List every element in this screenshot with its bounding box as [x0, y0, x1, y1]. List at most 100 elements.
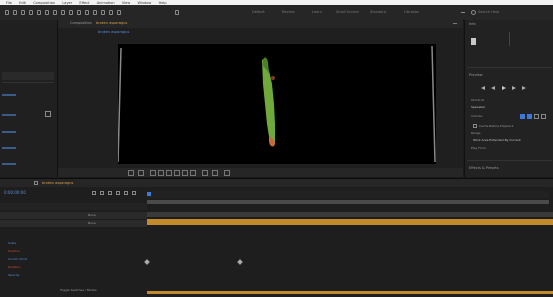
- layer-mode[interactable]: None: [88, 221, 96, 225]
- layer-bar-selected[interactable]: [147, 219, 553, 225]
- layer-row[interactable]: None: [0, 212, 147, 219]
- home-icon[interactable]: [4, 9, 10, 16]
- time-ruler[interactable]: [147, 191, 549, 198]
- shy-icon[interactable]: [108, 191, 112, 195]
- workspace-learn[interactable]: Learn: [312, 10, 322, 14]
- motion-blur-icon[interactable]: [124, 191, 128, 195]
- property-label: Anchor Point: [8, 257, 27, 261]
- zoom-tool-icon[interactable]: [28, 9, 34, 16]
- layer-row[interactable]: None: [0, 220, 147, 227]
- property-row[interactable]: Opacity: [0, 273, 147, 280]
- tools-toolbar: Default Review Learn Small Screen Standa…: [0, 5, 553, 21]
- preview-tab[interactable]: Preview: [469, 73, 483, 78]
- search-help-field[interactable]: Search Help: [478, 10, 499, 14]
- property-row[interactable]: Scale: [0, 241, 147, 248]
- pen-tool-icon[interactable]: [68, 9, 74, 16]
- project-item[interactable]: [2, 131, 16, 133]
- info-values: [509, 32, 540, 46]
- work-area-bar[interactable]: [147, 200, 549, 204]
- layer-bar[interactable]: [147, 212, 553, 217]
- project-item[interactable]: [2, 114, 16, 116]
- viewer-edge-left: [118, 47, 122, 163]
- layer-column-headers: [0, 203, 147, 210]
- grid-icon[interactable]: [150, 170, 156, 176]
- project-item[interactable]: [2, 94, 16, 96]
- include-audio-toggle[interactable]: [527, 114, 532, 119]
- first-frame-icon[interactable]: [481, 86, 487, 91]
- camera-tool-icon[interactable]: [44, 9, 50, 16]
- project-item[interactable]: [2, 163, 16, 165]
- workspace-default[interactable]: Default: [252, 10, 265, 14]
- play-icon[interactable]: [501, 86, 507, 91]
- workspace-small-screen[interactable]: Small Screen: [336, 10, 359, 14]
- property-row[interactable]: Rotation: [0, 265, 147, 272]
- next-frame-icon[interactable]: [511, 86, 517, 91]
- viewer-edge-right: [431, 45, 436, 163]
- range-select[interactable]: Work Area Extended By Current: [473, 139, 521, 142]
- frame-blending-icon[interactable]: [116, 191, 120, 195]
- panel-menu-icon[interactable]: [453, 22, 457, 26]
- include-label: Include:: [471, 114, 483, 118]
- graph-editor-icon[interactable]: [132, 191, 136, 195]
- include-video-toggle[interactable]: [520, 114, 525, 119]
- project-search-bar[interactable]: [2, 72, 54, 80]
- rotate-tool-icon[interactable]: [36, 9, 42, 16]
- clone-tool-icon[interactable]: [92, 9, 98, 16]
- timeline-tab-bar: broken asparagus: [0, 179, 553, 187]
- workspace-overflow-icon[interactable]: [460, 9, 466, 16]
- comp-breadcrumb[interactable]: broken asparagus: [98, 30, 129, 35]
- timeline-tab[interactable]: broken asparagus: [42, 181, 73, 186]
- views-layout-menu[interactable]: [212, 170, 218, 176]
- toggle-switches-modes[interactable]: Toggle Switches / Modes: [60, 289, 97, 292]
- exposure-icon[interactable]: [224, 170, 230, 176]
- workspace-review[interactable]: Review: [282, 10, 295, 14]
- cache-checkbox[interactable]: [473, 124, 477, 128]
- hand-tool-icon[interactable]: [20, 9, 26, 16]
- puppet-tool-icon[interactable]: [116, 9, 122, 16]
- current-time[interactable]: 0:00:00:00: [4, 191, 26, 195]
- info-tab[interactable]: Info: [469, 22, 476, 27]
- eraser-tool-icon[interactable]: [100, 9, 106, 16]
- close-tab-icon[interactable]: [34, 181, 38, 185]
- mask-tool-icon[interactable]: [60, 9, 66, 16]
- region-icon[interactable]: [174, 170, 180, 176]
- camera-view-menu[interactable]: [202, 170, 208, 176]
- zoom-menu[interactable]: [128, 170, 134, 176]
- keyframe[interactable]: [237, 259, 243, 265]
- search-icon[interactable]: [470, 9, 476, 16]
- transparency-icon[interactable]: [182, 170, 188, 176]
- snapping-icon[interactable]: [174, 9, 180, 16]
- asparagus-mark: [271, 76, 275, 80]
- include-layer-controls-toggle[interactable]: [541, 114, 546, 119]
- workspace-standard[interactable]: Standard: [370, 10, 386, 14]
- include-overlays-toggle[interactable]: [534, 114, 539, 119]
- property-row[interactable]: Anchor Point: [0, 257, 147, 264]
- selection-tool-icon[interactable]: [12, 9, 18, 16]
- last-frame-icon[interactable]: [521, 86, 527, 91]
- mask-visibility-icon[interactable]: [190, 170, 196, 176]
- workspace-libraries[interactable]: Libraries: [404, 10, 419, 14]
- roto-brush-icon[interactable]: [108, 9, 114, 16]
- snapshot-icon[interactable]: [158, 170, 164, 176]
- previous-frame-icon[interactable]: [491, 86, 497, 91]
- effects-presets-tab[interactable]: Effects & Presets: [469, 166, 499, 171]
- property-row[interactable]: Position: [0, 249, 147, 256]
- channel-icon[interactable]: [166, 170, 172, 176]
- composition-name[interactable]: broken asparagus: [96, 21, 127, 26]
- timeline-switches: [88, 190, 144, 197]
- shortcut-select[interactable]: Spacebar: [471, 106, 485, 109]
- folder-icon[interactable]: [44, 110, 51, 117]
- project-panel: [0, 20, 58, 177]
- composition-viewer[interactable]: [118, 44, 436, 164]
- layer-bar-bottom[interactable]: [147, 291, 553, 294]
- draft-3d-icon[interactable]: [100, 191, 104, 195]
- layer-mode[interactable]: None: [88, 213, 96, 217]
- comp-flowchart-icon[interactable]: [92, 191, 96, 195]
- brush-tool-icon[interactable]: [84, 9, 90, 16]
- pan-behind-tool-icon[interactable]: [52, 9, 58, 16]
- composition-tab-label[interactable]: Composition: [70, 21, 92, 26]
- resolution-menu[interactable]: [138, 170, 144, 176]
- type-tool-icon[interactable]: [76, 9, 82, 16]
- project-item[interactable]: [2, 147, 16, 149]
- playhead[interactable]: [147, 192, 151, 196]
